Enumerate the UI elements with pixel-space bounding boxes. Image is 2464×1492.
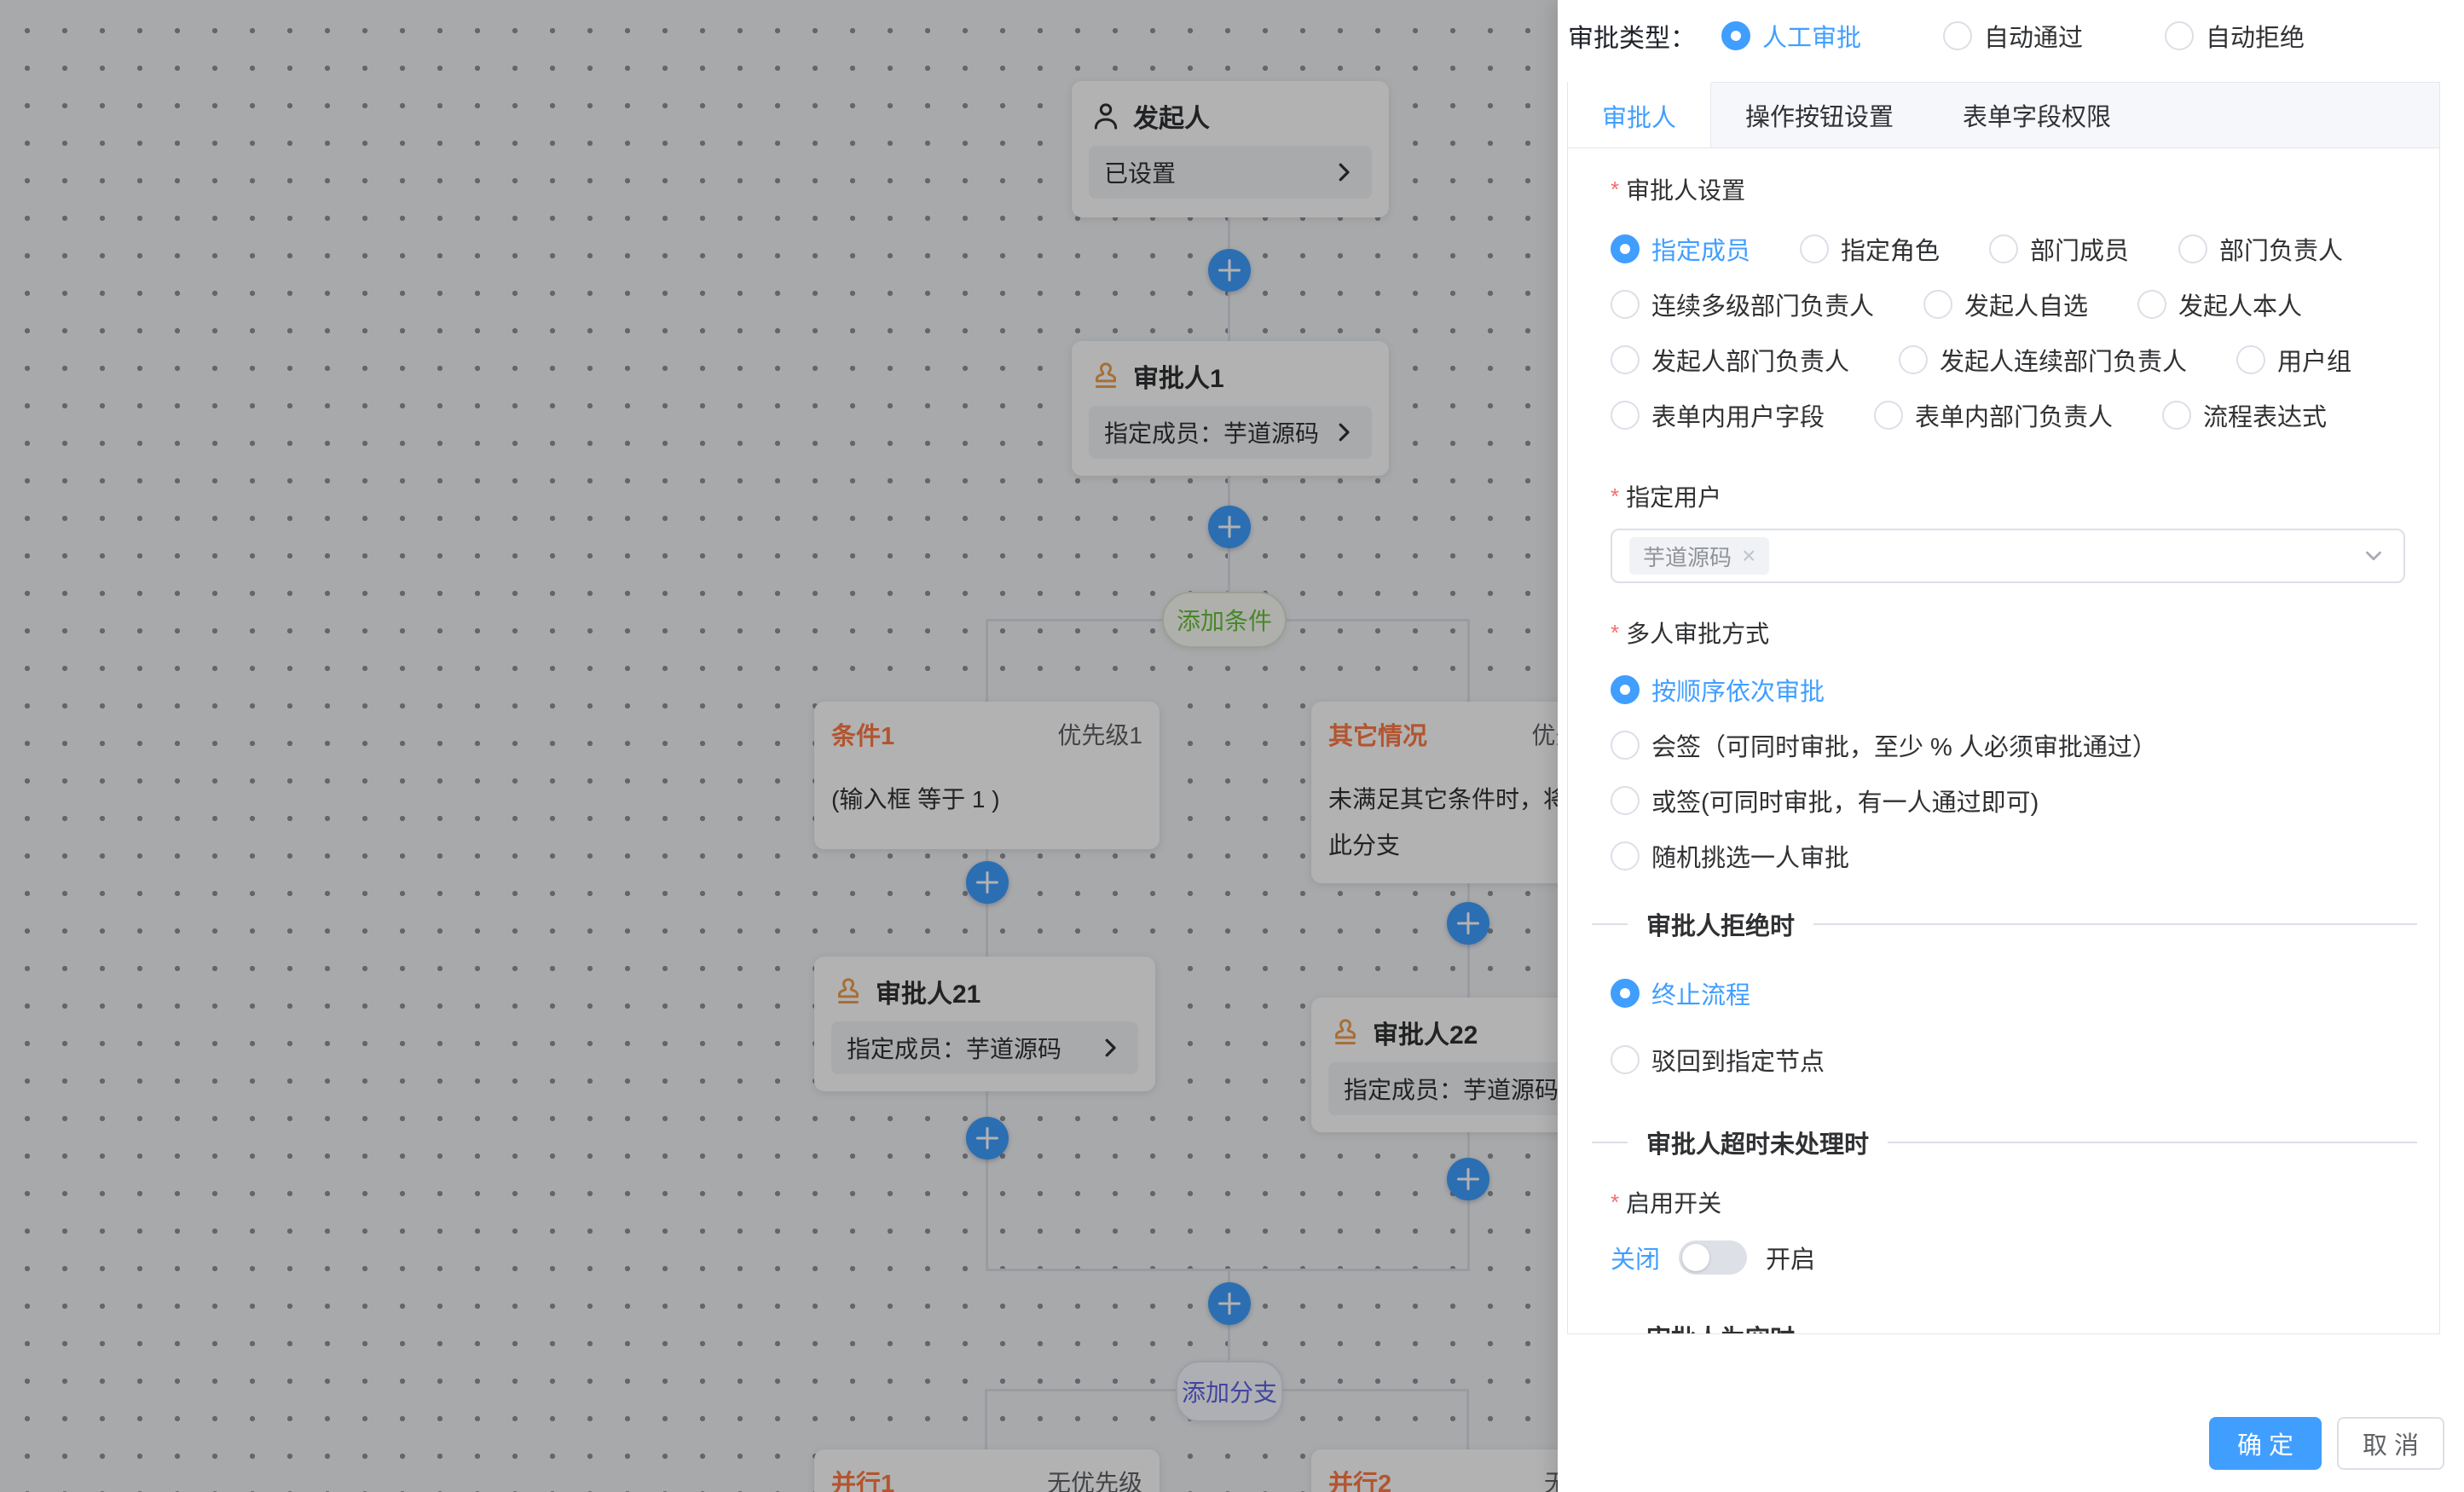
enable-switch-label: *启用开关 [1611, 1185, 1721, 1219]
chevron-down-icon [2361, 543, 2386, 569]
approver-empty-section-divider: 审批人为空时 [1592, 1318, 2417, 1334]
radio-initiator-multi-dept-leader[interactable]: 发起人连续部门负责人 [1899, 342, 2187, 378]
tab-header: 审批人 操作按钮设置 表单字段权限 [1567, 82, 2440, 148]
radio-icon [1721, 21, 1750, 50]
flow-designer: 发起人 已设置 审批人1 指定成员：芋道源码 添加条件 [0, 0, 2464, 1492]
radio-terminate-process[interactable]: 终止流程 [1611, 975, 1750, 1011]
radio-auto-pass[interactable]: 自动通过 [1943, 18, 2083, 54]
radio-manual-approval[interactable]: 人工审批 [1721, 18, 1861, 54]
radio-assign-role[interactable]: 指定角色 [1800, 231, 1940, 267]
radio-random-one[interactable]: 随机挑选一人审批 [1611, 838, 1849, 874]
approver-setup-row3: 发起人部门负责人 发起人连续部门负责人 用户组 [1611, 341, 2417, 379]
approval-type-row: 审批类型： 人工审批 自动通过 自动拒绝 [1568, 14, 2447, 58]
radio-form-user-field[interactable]: 表单内用户字段 [1611, 397, 1825, 433]
radio-user-group[interactable]: 用户组 [2236, 342, 2351, 378]
radio-dept-leader[interactable]: 部门负责人 [2178, 231, 2343, 267]
radio-icon [1611, 786, 1640, 815]
radio-assign-member[interactable]: 指定成员 [1611, 231, 1750, 267]
tab-action-buttons[interactable]: 操作按钮设置 [1711, 83, 1929, 147]
radio-icon [1611, 675, 1640, 704]
multi-approve-label: *多人审批方式 [1611, 616, 1769, 650]
reject-section-divider: 审批人拒绝时 [1592, 905, 2417, 943]
radio-icon [1943, 21, 1972, 50]
radio-multi-level-dept-leader[interactable]: 连续多级部门负责人 [1611, 286, 1874, 322]
radio-icon [2165, 21, 2194, 50]
radio-initiator-select[interactable]: 发起人自选 [1923, 286, 2088, 322]
radio-dept-member[interactable]: 部门成员 [1989, 231, 2129, 267]
radio-icon [2178, 234, 2207, 263]
radio-initiator-dept-leader[interactable]: 发起人部门负责人 [1611, 342, 1849, 378]
radio-icon [2162, 401, 2191, 430]
multi-approve-option: 或签(可同时审批，有一人通过即可) [1611, 782, 2417, 819]
user-tag: 芋道源码 × [1629, 537, 1769, 575]
remove-tag-icon[interactable]: × [1742, 542, 1755, 570]
radio-icon [1800, 234, 1829, 263]
radio-icon [1899, 345, 1928, 374]
approver-setup-row4: 表单内用户字段 表单内部门负责人 流程表达式 [1611, 396, 2417, 434]
multi-approve-option: 会签（可同时审批，至少 % 人必须审批通过） [1611, 726, 2417, 764]
timeout-toggle-row: 关闭 开启 [1611, 1237, 1815, 1278]
approval-type-label: 审批类型： [1568, 17, 1696, 55]
radio-icon [1611, 979, 1640, 1008]
timeout-switch[interactable] [1679, 1240, 1747, 1275]
switch-knob [1682, 1244, 1709, 1271]
confirm-button[interactable]: 确 定 [2209, 1417, 2322, 1470]
radio-orsign[interactable]: 或签(可同时审批，有一人通过即可) [1611, 783, 2039, 818]
reject-option: 终止流程 [1611, 974, 2417, 1012]
approver-setup-label: *审批人设置 [1611, 172, 1745, 206]
radio-icon [1989, 234, 2018, 263]
radio-icon [2137, 290, 2166, 319]
switch-on-label: 开启 [1766, 1240, 1815, 1275]
radio-icon [1611, 234, 1640, 263]
radio-icon [1611, 841, 1640, 870]
radio-icon [1611, 1045, 1640, 1074]
radio-initiator-self[interactable]: 发起人本人 [2137, 286, 2302, 322]
timeout-section-divider: 审批人超时未处理时 [1592, 1124, 2417, 1161]
cancel-button[interactable]: 取 消 [2337, 1417, 2444, 1470]
radio-process-expression[interactable]: 流程表达式 [2162, 397, 2327, 433]
tab-approver[interactable]: 审批人 [1568, 82, 1711, 147]
switch-off-label: 关闭 [1611, 1240, 1660, 1275]
assign-user-label: *指定用户 [1611, 479, 1721, 513]
radio-icon [1611, 290, 1640, 319]
radio-countersign[interactable]: 会签（可同时审批，至少 % 人必须审批通过） [1611, 727, 2157, 763]
radio-icon [1611, 345, 1640, 374]
radio-form-dept-leader[interactable]: 表单内部门负责人 [1874, 397, 2113, 433]
approver-setup-row2: 连续多级部门负责人 发起人自选 发起人本人 [1611, 286, 2417, 323]
multi-approve-option: 随机挑选一人审批 [1611, 837, 2417, 875]
radio-icon [1874, 401, 1903, 430]
approver-setup-row1: 指定成员 指定角色 部门成员 部门负责人 [1611, 230, 2417, 268]
approver-settings-panel: 审批类型： 人工审批 自动通过 自动拒绝 审批人 操作按钮设 [1558, 0, 2464, 1492]
tab-form-permissions[interactable]: 表单字段权限 [1929, 83, 2146, 147]
radio-sequential[interactable]: 按顺序依次审批 [1611, 672, 1825, 708]
radio-icon [1611, 731, 1640, 760]
multi-approve-option: 按顺序依次审批 [1611, 671, 2417, 708]
radio-icon [1923, 290, 1952, 319]
radio-return-to-node[interactable]: 驳回到指定节点 [1611, 1042, 1825, 1078]
reject-option: 驳回到指定节点 [1611, 1041, 2417, 1079]
assign-user-select[interactable]: 芋道源码 × [1611, 529, 2405, 583]
radio-icon [1611, 401, 1640, 430]
radio-auto-reject[interactable]: 自动拒绝 [2165, 18, 2305, 54]
radio-icon [2236, 345, 2265, 374]
tab-content: *审批人设置 指定成员 指定角色 部门成员 部门负责人 连续多级部门负责人 发起… [1567, 148, 2440, 1334]
settings-tabs: 审批人 操作按钮设置 表单字段权限 *审批人设置 指定成员 指定角色 部门成员 … [1567, 82, 2440, 1334]
